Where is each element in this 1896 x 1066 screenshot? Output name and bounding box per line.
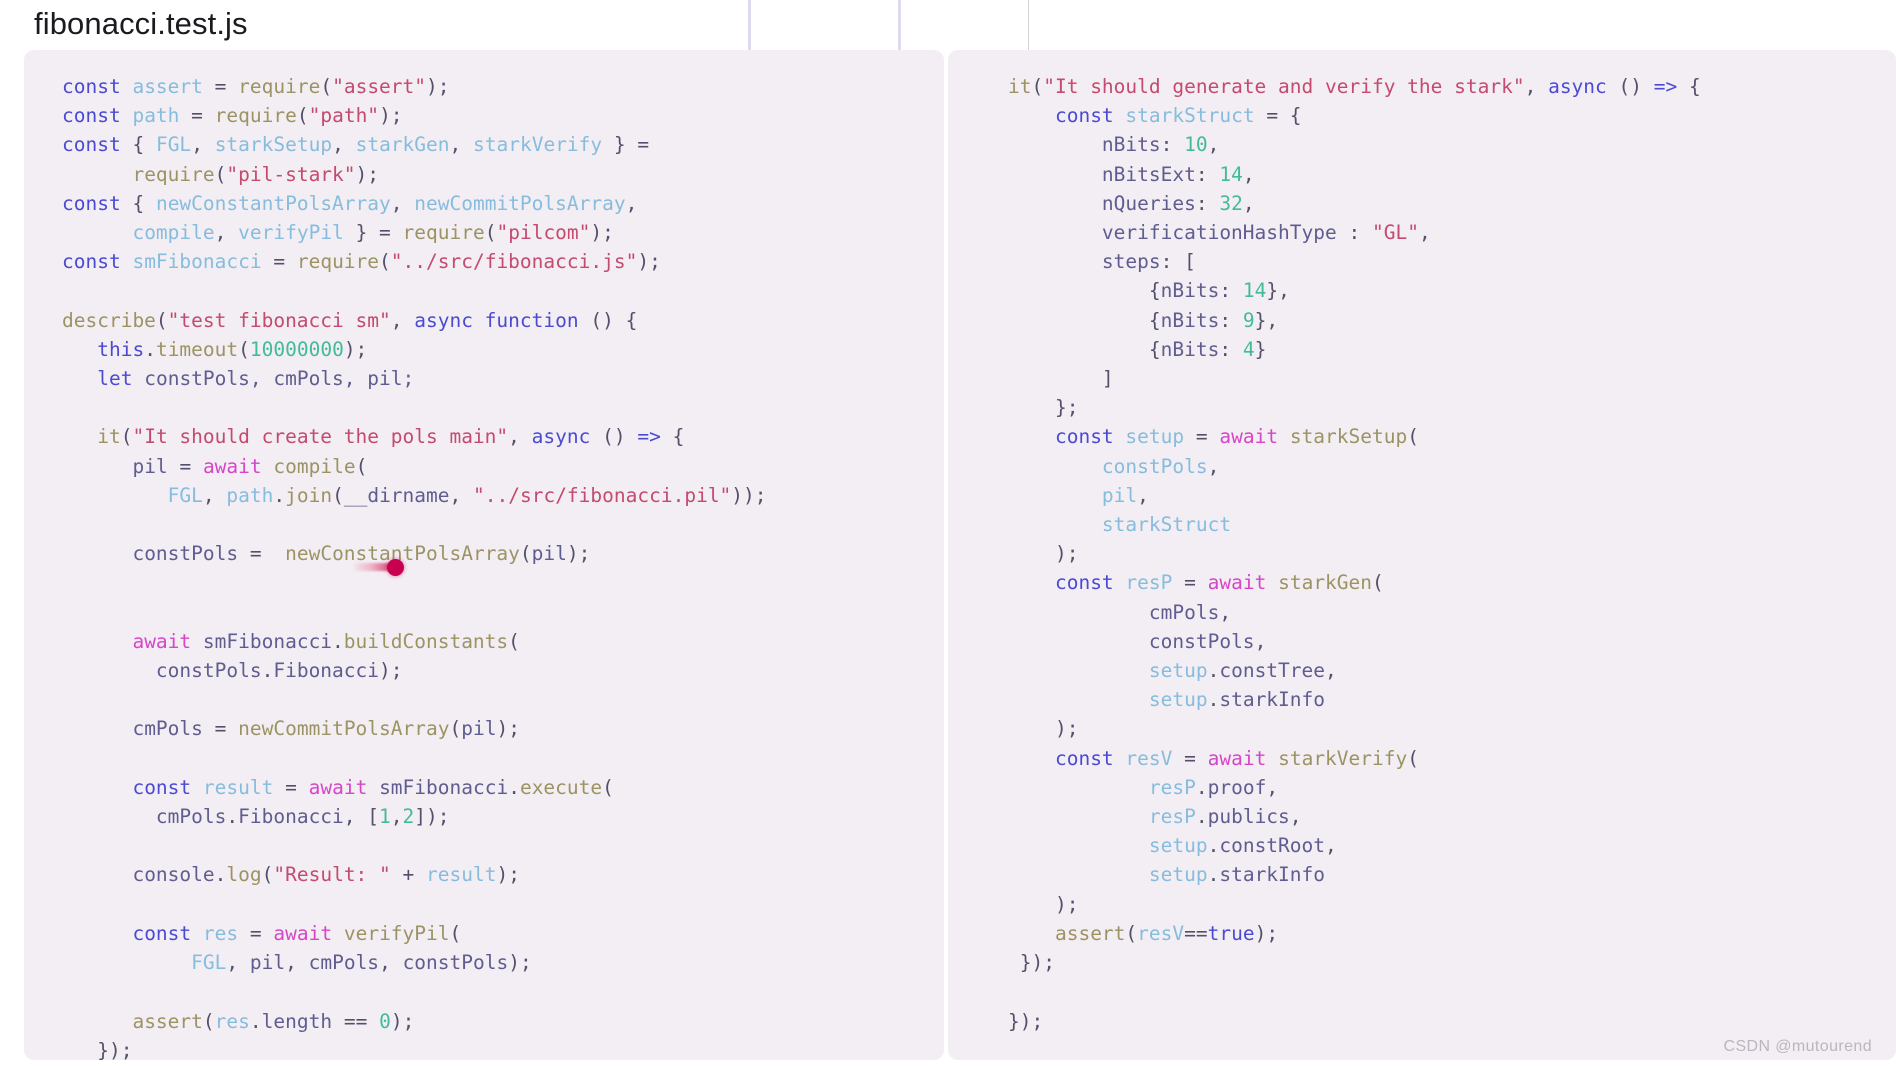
token-variable: assert — [132, 75, 203, 98]
capture-seam-1 — [748, 0, 751, 56]
page-title: fibonacci.test.js — [34, 6, 248, 41]
code-block-left[interactable]: const assert = require("assert"); const … — [24, 50, 944, 1060]
code-block-right[interactable]: it("It should generate and verify the st… — [948, 50, 1896, 1036]
token-string: "assert" — [332, 75, 427, 98]
token-keyword: const — [62, 75, 121, 98]
token-await: await — [202, 454, 262, 478]
capture-seam-3 — [1028, 0, 1029, 56]
code-pane-left[interactable]: const assert = require("assert"); const … — [24, 50, 944, 1060]
watermark: CSDN @mutourend — [1723, 1038, 1872, 1055]
code-panes-container: const assert = require("assert"); const … — [0, 50, 1896, 1060]
code-pane-right[interactable]: it("It should generate and verify the st… — [948, 50, 1896, 1060]
token-number: 10000000 — [249, 337, 344, 361]
token-function: require — [238, 75, 321, 98]
capture-seam-2 — [898, 0, 901, 56]
